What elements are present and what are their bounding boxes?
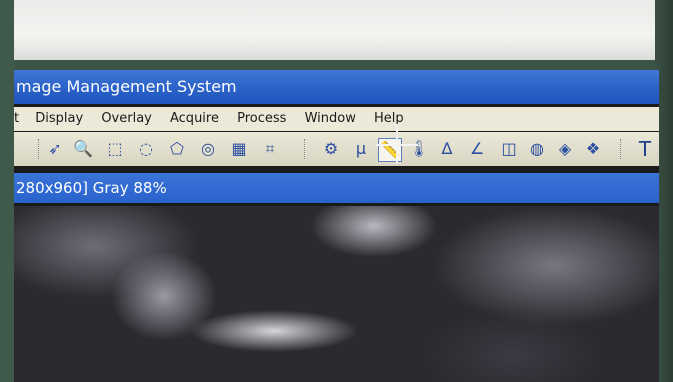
toolbar-grip[interactable] <box>304 139 307 159</box>
menu-item-display[interactable]: Display <box>35 107 83 131</box>
area-icon[interactable]: ◫ <box>498 138 520 160</box>
toolbar: ➶ 🔍 ⬚ ◌ ⬠ ◎ ▦ ⌗ ⚙ μ 📏 🌡 ∆ ∠ ◫ ◍ ◈ ❖ T <box>14 132 659 166</box>
text-icon[interactable]: T <box>634 138 656 160</box>
crosshair-cursor-horizontal <box>376 144 418 146</box>
magic-rect-icon[interactable]: ▦ <box>228 138 250 160</box>
grayscale-image-canvas[interactable] <box>14 206 659 382</box>
toolbar-grip[interactable] <box>620 139 623 159</box>
menu-bar: t Display Overlay Acquire Process Window… <box>14 107 659 131</box>
image-info-label: 280x960] Gray 88% <box>16 179 167 197</box>
monitor-bezel-top <box>0 0 673 60</box>
menu-item-acquire[interactable]: Acquire <box>170 107 219 131</box>
freehand-select-icon[interactable]: ◎ <box>197 138 219 160</box>
ruler-icon[interactable]: 📏 <box>378 138 402 162</box>
thermometer-icon[interactable]: 🌡 <box>408 138 430 160</box>
zoom-icon[interactable]: 🔍 <box>72 138 94 160</box>
calibrate-icon[interactable]: ⚙ <box>320 138 342 160</box>
toolbar-grip[interactable] <box>38 139 41 159</box>
menu-item-window[interactable]: Window <box>305 107 356 131</box>
menu-item-overlay[interactable]: Overlay <box>101 107 152 131</box>
image-window-title-bar[interactable]: 280x960] Gray 88% <box>14 173 659 203</box>
window-title: mage Management System <box>16 77 237 96</box>
monitor-bezel-left <box>0 0 14 382</box>
menu-item-process[interactable]: Process <box>237 107 286 131</box>
multi-angle-icon[interactable]: ∠ <box>466 138 488 160</box>
ellipse-select-icon[interactable]: ◌ <box>135 138 157 160</box>
count-icon[interactable]: ◈ <box>554 138 576 160</box>
cluster-icon[interactable]: ❖ <box>582 138 604 160</box>
select-arrow-icon[interactable]: ➶ <box>44 138 66 160</box>
crop-icon[interactable]: ⌗ <box>259 138 281 160</box>
window-title-bar[interactable]: mage Management System <box>14 70 659 104</box>
polygon-select-icon[interactable]: ⬠ <box>166 138 188 160</box>
rect-select-icon[interactable]: ⬚ <box>104 138 126 160</box>
micron-icon[interactable]: μ <box>350 138 372 160</box>
circle-measure-icon[interactable]: ◍ <box>526 138 548 160</box>
menu-item-partial[interactable]: t <box>14 107 19 131</box>
app-screen: mage Management System t Display Overlay… <box>14 70 659 382</box>
menu-item-help[interactable]: Help <box>374 107 404 131</box>
angle-icon[interactable]: ∆ <box>436 138 458 160</box>
